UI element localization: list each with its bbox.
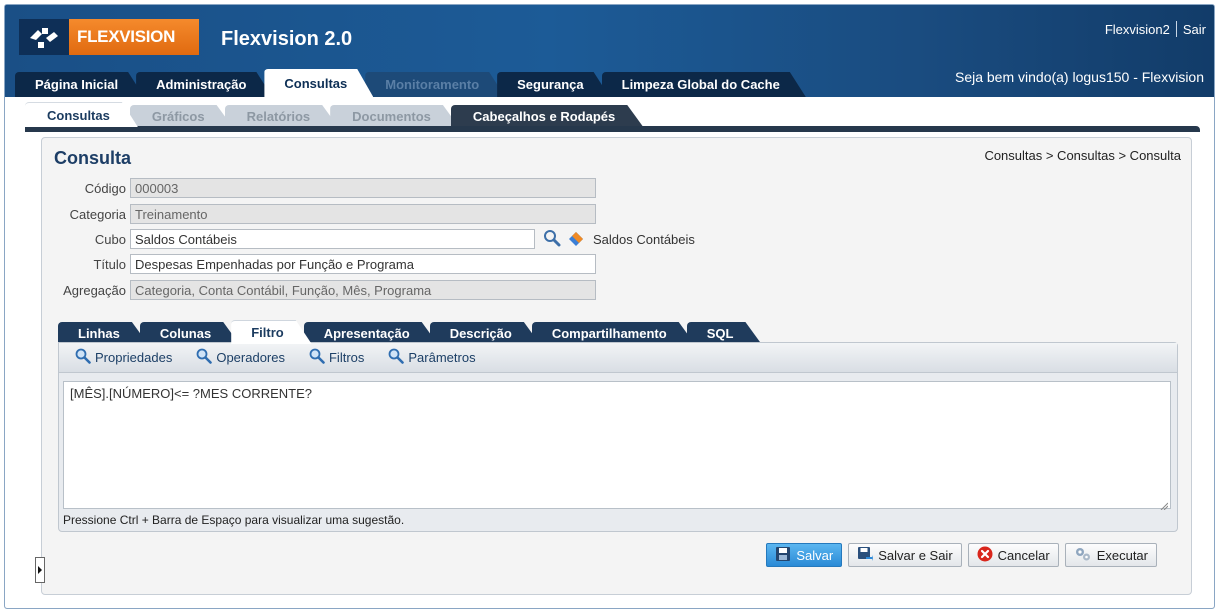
agregacao-label: Agregação [63, 282, 126, 298]
sub-tabs: Consultas Gráficos Relatórios Documentos… [25, 101, 635, 127]
tab-limpeza-global-cache[interactable]: Limpeza Global do Cache [602, 72, 806, 97]
propriedades-button[interactable]: Propriedades [75, 348, 172, 367]
cubo-description: Saldos Contábeis [593, 231, 695, 247]
search-icon[interactable] [543, 229, 561, 250]
save-button[interactable]: Salvar [766, 543, 843, 567]
tab-monitoramento: Monitoramento [365, 72, 505, 97]
action-bar: Salvar Salvar e Sair Cancelar Executar [766, 543, 1157, 567]
cancel-label: Cancelar [997, 547, 1050, 563]
titulo-label: Título [93, 256, 126, 272]
parametros-button[interactable]: Parâmetros [388, 348, 476, 367]
content-area: Consultas Gráficos Relatórios Documentos… [5, 97, 1214, 608]
main-tabs: Página Inicial Administração Consultas M… [15, 69, 798, 97]
cancel-button[interactable]: Cancelar [967, 543, 1059, 567]
titulo-input[interactable]: Despesas Empenhadas por Função e Program… [130, 254, 596, 274]
editor-hint: Pressione Ctrl + Barra de Espaço para vi… [63, 513, 405, 527]
user-link[interactable]: Flexvision2 [1105, 22, 1170, 37]
tab-seguranca[interactable]: Segurança [497, 72, 609, 97]
save-label: Salvar [796, 547, 834, 563]
top-links: Flexvision2 Sair [1105, 21, 1206, 37]
save-and-exit-button[interactable]: Salvar e Sair [848, 543, 962, 567]
floppy-disk-arrow-icon [857, 546, 874, 565]
form-row-titulo: Título Despesas Empenhadas por Função e … [42, 254, 596, 274]
tab-compartilhamento[interactable]: Compartilhamento [532, 322, 695, 344]
filter-tab-body: Propriedades Operadores Filtros Parâmetr… [58, 342, 1178, 532]
codigo-label: Código [84, 180, 126, 196]
form-row-agregacao: Agregação Categoria, Conta Contábil, Fun… [42, 280, 596, 300]
subtab-consultas[interactable]: Consultas [25, 102, 138, 127]
tab-descricao[interactable]: Descrição [430, 322, 540, 344]
tab-apresentacao[interactable]: Apresentação [304, 322, 438, 344]
logout-link[interactable]: Sair [1183, 22, 1206, 37]
subtab-graficos[interactable]: Gráficos [130, 105, 233, 127]
filtros-label: Filtros [328, 350, 365, 365]
cancel-icon [977, 546, 993, 565]
form-row-categoria: Categoria Treinamento [42, 204, 596, 224]
logo-text: FLEXVISION [69, 19, 199, 55]
parametros-label: Parâmetros [408, 350, 476, 365]
codigo-field: 000003 [130, 178, 596, 198]
propriedades-label: Propriedades [95, 350, 173, 365]
categoria-field: Treinamento [130, 204, 596, 224]
consulta-panel: Consulta Consultas > Consultas > Consult… [41, 137, 1192, 595]
page-title: Consulta [54, 148, 132, 168]
operadores-button[interactable]: Operadores [196, 348, 285, 367]
search-icon [309, 348, 325, 367]
subtab-relatorios[interactable]: Relatórios [225, 105, 339, 127]
subtab-documentos[interactable]: Documentos [330, 105, 459, 127]
form-row-codigo: Código 000003 [42, 178, 596, 198]
operadores-label: Operadores [216, 350, 285, 365]
breadcrumb: Consultas > Consultas > Consulta [984, 148, 1181, 163]
query-tabs: Linhas Colunas Filtro Apresentação Descr… [58, 320, 753, 344]
agregacao-field: Categoria, Conta Contábil, Função, Mês, … [130, 280, 596, 300]
eraser-icon[interactable] [567, 229, 585, 250]
resize-grip-icon[interactable] [1160, 498, 1169, 511]
floppy-disk-icon [775, 546, 791, 565]
tab-filtro[interactable]: Filtro [231, 320, 312, 344]
categoria-label: Categoria [69, 206, 126, 222]
execute-button[interactable]: Executar [1064, 543, 1157, 567]
tab-colunas[interactable]: Colunas [140, 322, 239, 344]
logo: FLEXVISION [19, 19, 199, 55]
tab-consultas[interactable]: Consultas [264, 69, 373, 97]
search-icon [388, 348, 405, 367]
execute-label: Executar [1096, 547, 1148, 563]
app-window: FLEXVISION Flexvision 2.0 Flexvision2 Sa… [4, 4, 1215, 609]
filter-expression: [MÊS].[NÚMERO]<= ?MES CORRENTE? [70, 386, 312, 401]
search-icon [75, 348, 91, 367]
cubo-actions [543, 229, 585, 250]
tab-administracao[interactable]: Administração [136, 72, 272, 97]
save-and-exit-label: Salvar e Sair [878, 547, 953, 563]
app-title: Flexvision 2.0 [221, 28, 353, 50]
subtab-cabecalhos-rodapes[interactable]: Cabeçalhos e Rodapés [451, 105, 643, 127]
logo-mark-icon [19, 19, 69, 55]
cubo-label: Cubo [94, 231, 126, 247]
search-icon [196, 348, 213, 367]
gears-icon [1074, 546, 1092, 565]
filtros-button[interactable]: Filtros [309, 348, 364, 367]
expand-sidebar-arrow-icon[interactable] [35, 557, 45, 583]
tab-sql[interactable]: SQL [687, 322, 762, 344]
form-row-cubo: Cubo Saldos Contábeis Saldos Contábeis [42, 229, 695, 249]
welcome-message: Seja bem vindo(a) logus150 - Flexvision [954, 69, 1204, 85]
filter-editor[interactable]: [MÊS].[NÚMERO]<= ?MES CORRENTE? [63, 381, 1171, 511]
subtab-bar [25, 126, 1200, 132]
filter-toolbar: Propriedades Operadores Filtros Parâmetr… [59, 343, 1177, 373]
tab-linhas[interactable]: Linhas [58, 322, 148, 344]
divider [1175, 21, 1177, 37]
tab-pagina-inicial[interactable]: Página Inicial [15, 72, 144, 97]
cubo-input[interactable]: Saldos Contábeis [130, 229, 535, 249]
